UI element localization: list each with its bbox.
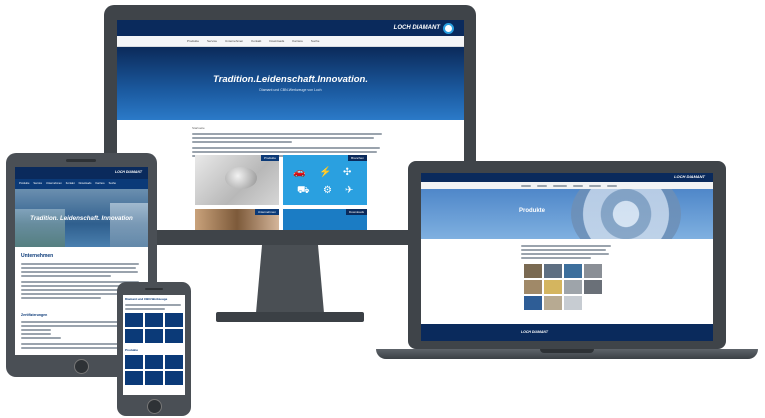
product-thumb-5[interactable] <box>523 279 543 295</box>
tile-label-branchen: Branchen <box>348 155 367 161</box>
nav-item-produkte[interactable]: Produkte <box>187 39 199 43</box>
tablet-subsection-title: Zertifizierungen <box>21 313 48 317</box>
car-icon: 🚗 <box>293 167 306 178</box>
nav-item-downloads[interactable]: Downloads <box>269 39 284 43</box>
tablet-section-title: Unternehmen <box>21 253 54 259</box>
laptop-lid: LOCH DIAMANT Produkte LOCH DIAMANT <box>408 161 726 349</box>
tablet-nav-unternehmen[interactable]: Unternehmen <box>46 182 62 185</box>
tablet-nav: Produkte Service Unternehmen Kontakt Dow… <box>15 179 148 189</box>
laptop-hero-title: Produkte <box>519 208 546 214</box>
tablet-nav-kontakt[interactable]: Kontakt <box>66 182 75 185</box>
hero-disc-image <box>571 189 681 239</box>
section-label: Startseite <box>192 126 205 130</box>
nav-item-kontakt[interactable]: Kontakt <box>251 39 261 43</box>
phone-card-7[interactable] <box>125 355 143 369</box>
laptop-footer: LOCH DIAMANT <box>421 324 713 341</box>
product-thumb-6[interactable] <box>543 279 563 295</box>
laptop-hero: Produkte <box>421 189 713 239</box>
tablet-nav-produkte[interactable]: Produkte <box>19 182 29 185</box>
nav-item-suche[interactable]: Suche <box>311 39 320 43</box>
laptop-header: LOCH DIAMANT <box>421 173 713 182</box>
tool-image <box>225 167 257 189</box>
phone-section-title: Produkte <box>125 348 139 352</box>
phone-screen: Diamant und CBN-Werkzeuge Produkte <box>123 295 185 395</box>
product-thumb-9[interactable] <box>523 295 543 311</box>
tablet-camera <box>66 159 96 162</box>
truck-icon: ⛟ <box>297 185 310 196</box>
plug-icon: ⚡ <box>319 167 332 178</box>
phone-card-5[interactable] <box>145 329 163 343</box>
nav-item-service[interactable]: Service <box>207 39 217 43</box>
brand-name: LOCH DIAMANT <box>393 25 440 31</box>
phone-speaker <box>145 288 163 290</box>
tile-label-downloads: Downloads <box>346 209 367 215</box>
phone-home-button[interactable] <box>147 399 162 414</box>
intro-text-lines <box>192 133 387 157</box>
hero-title: Tradition.Leidenschaft.Innovation. <box>212 74 368 85</box>
gear-icon: ⚙ <box>323 185 332 196</box>
tablet-nav-service[interactable]: Service <box>33 182 42 185</box>
tile-label-unternehmen: Unternehmen <box>254 209 279 215</box>
fan-icon: ✣ <box>343 167 352 178</box>
laptop-text-lines <box>521 243 616 261</box>
laptop-screen: LOCH DIAMANT Produkte LOCH DIAMANT <box>421 173 713 341</box>
monitor-stand-base <box>216 312 364 322</box>
phone-title: Diamant und CBN-Werkzeuge <box>125 297 168 301</box>
laptop-footer-brand[interactable]: LOCH DIAMANT <box>521 330 548 334</box>
brand-ring-icon <box>443 22 454 34</box>
laptop-notch <box>540 349 594 353</box>
monitor-stand-neck <box>256 245 324 313</box>
phone-card-9[interactable] <box>165 355 183 369</box>
product-thumb-2[interactable] <box>543 263 563 279</box>
phone-card-4[interactable] <box>125 329 143 343</box>
desktop-header: LOCH DIAMANT <box>117 20 464 36</box>
laptop-brand[interactable]: LOCH DIAMANT <box>674 174 705 179</box>
laptop-nav <box>421 182 713 189</box>
tablet-home-button[interactable] <box>74 359 89 374</box>
tablet-nav-downloads[interactable]: Downloads <box>79 182 92 185</box>
plane-icon: ✈ <box>345 185 354 196</box>
product-thumb-8[interactable] <box>583 279 603 295</box>
phone-device: Diamant und CBN-Werkzeuge Produkte <box>117 282 191 416</box>
phone-card-2[interactable] <box>145 313 163 327</box>
product-thumb-11[interactable] <box>563 295 583 311</box>
phone-card-6[interactable] <box>165 329 183 343</box>
tile-unternehmen[interactable]: Unternehmen <box>195 209 279 230</box>
tablet-header: LOCH DIAMANT <box>15 167 148 179</box>
product-thumb-10[interactable] <box>543 295 563 311</box>
desktop-nav: Produkte Service Unternehmen Kontakt Dow… <box>117 36 464 47</box>
tile-branchen[interactable]: Branchen 🚗 ⚡ ✣ ⛟ ⚙ ✈ <box>283 155 367 205</box>
desktop-brand-logo[interactable]: LOCH DIAMANT <box>393 22 454 34</box>
product-thumb-7[interactable] <box>563 279 583 295</box>
product-thumb-1[interactable] <box>523 263 543 279</box>
phone-card-8[interactable] <box>145 355 163 369</box>
product-thumb-3[interactable] <box>563 263 583 279</box>
nav-item-unternehmen[interactable]: Unternehmen <box>225 39 243 43</box>
product-thumb-4[interactable] <box>583 263 603 279</box>
tile-downloads[interactable]: Downloads <box>283 209 367 230</box>
nav-item-karriere[interactable]: Karriere <box>292 39 303 43</box>
phone-card-3[interactable] <box>165 313 183 327</box>
phone-card-12[interactable] <box>165 371 183 385</box>
tablet-nav-suche[interactable]: Suche <box>109 182 116 185</box>
phone-card-11[interactable] <box>145 371 163 385</box>
tablet-hero-building-2 <box>110 203 148 247</box>
phone-card-1[interactable] <box>125 313 143 327</box>
desktop-hero: Tradition.Leidenschaft.Innovation. Diama… <box>117 47 464 120</box>
tile-label-produkte: Produkte <box>260 155 279 161</box>
phone-card-10[interactable] <box>125 371 143 385</box>
tablet-hero-title: Tradition. Leidenschaft. Innovation <box>30 215 133 222</box>
tablet-brand[interactable]: LOCH DIAMANT <box>115 170 142 174</box>
phone-intro-lines <box>125 302 183 312</box>
hero-subtitle: Diamant und CBN-Werkzeuge von Loch <box>259 88 322 92</box>
tablet-hero: Tradition. Leidenschaft. Innovation <box>15 189 148 247</box>
tablet-nav-karriere[interactable]: Karriere <box>95 182 104 185</box>
tile-produkte[interactable]: Produkte <box>195 155 279 205</box>
